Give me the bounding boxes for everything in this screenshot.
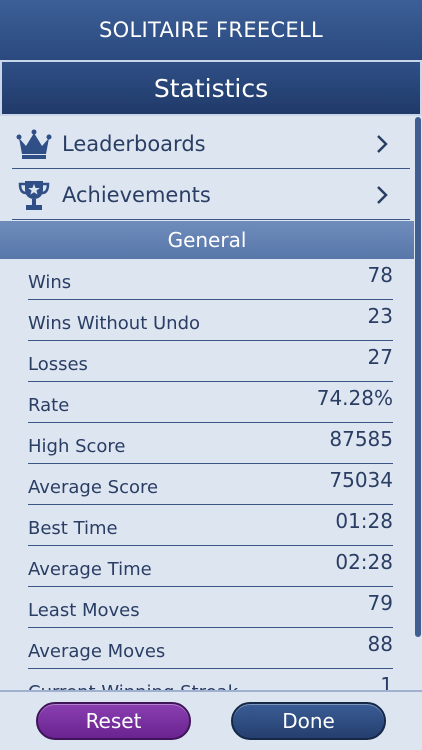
reset-button[interactable]: Reset	[36, 702, 191, 740]
page-title: Statistics	[153, 73, 269, 103]
stat-row-average-time: Average Time 02:28	[28, 546, 393, 587]
trophy-icon	[16, 177, 52, 213]
stat-row-best-time: Best Time 01:28	[28, 505, 393, 546]
stat-label: Losses	[28, 354, 88, 375]
stat-value: 02:28	[335, 550, 393, 574]
stat-value: 75034	[329, 468, 393, 492]
stat-label: Average Score	[28, 477, 159, 498]
achievements-label: Achievements	[62, 182, 211, 207]
stat-label: Rate	[28, 395, 70, 416]
stat-value: 74.28%	[316, 386, 393, 410]
chevron-right-icon	[368, 181, 396, 209]
stat-row-average-score: Average Score 75034	[28, 464, 393, 505]
achievements-row[interactable]: Achievements	[12, 170, 410, 220]
scrollbar-thumb[interactable]	[415, 117, 421, 637]
stat-label: Best Time	[28, 518, 118, 539]
stat-value: 87585	[329, 427, 393, 451]
stat-value: 1	[380, 673, 393, 690]
app-header: SOLITAIRE FREECELL	[0, 0, 422, 61]
chevron-right-icon	[368, 130, 396, 158]
stat-value: 79	[367, 591, 393, 615]
done-button[interactable]: Done	[231, 702, 386, 740]
leaderboards-row[interactable]: Leaderboards	[12, 119, 410, 169]
statistics-list[interactable]: Leaderboards Achievements General Wins 7…	[0, 117, 422, 690]
stat-value: 78	[367, 263, 393, 287]
stat-row-losses: Losses 27	[28, 341, 393, 382]
stat-value: 01:28	[335, 509, 393, 533]
stat-row-average-moves: Average Moves 88	[28, 628, 393, 669]
stat-label: Wins Without Undo	[28, 313, 201, 334]
stat-row-high-score: High Score 87585	[28, 423, 393, 464]
statistics-header: Statistics	[0, 60, 422, 116]
stat-label: Current Winning Streak	[28, 682, 238, 690]
stat-value: 23	[367, 304, 393, 328]
app-title: SOLITAIRE FREECELL	[99, 18, 323, 42]
stat-label: Average Time	[28, 559, 152, 580]
general-section-header: General	[0, 221, 414, 259]
stat-label: High Score	[28, 436, 126, 457]
general-section-title: General	[167, 228, 247, 252]
stat-row-least-moves: Least Moves 79	[28, 587, 393, 628]
stat-label: Wins	[28, 272, 72, 293]
stat-row-current-winning-streak: Current Winning Streak 1	[28, 669, 393, 690]
stat-label: Average Moves	[28, 641, 166, 662]
stat-row-wins-without-undo: Wins Without Undo 23	[28, 300, 393, 341]
footer-bar: Reset Done	[0, 690, 422, 750]
leaderboards-label: Leaderboards	[62, 131, 206, 156]
stat-value: 88	[367, 632, 393, 656]
stat-row-wins: Wins 78	[28, 259, 393, 300]
stat-row-rate: Rate 74.28%	[28, 382, 393, 423]
crown-icon	[16, 126, 52, 162]
stat-value: 27	[367, 345, 393, 369]
stat-label: Least Moves	[28, 600, 140, 621]
